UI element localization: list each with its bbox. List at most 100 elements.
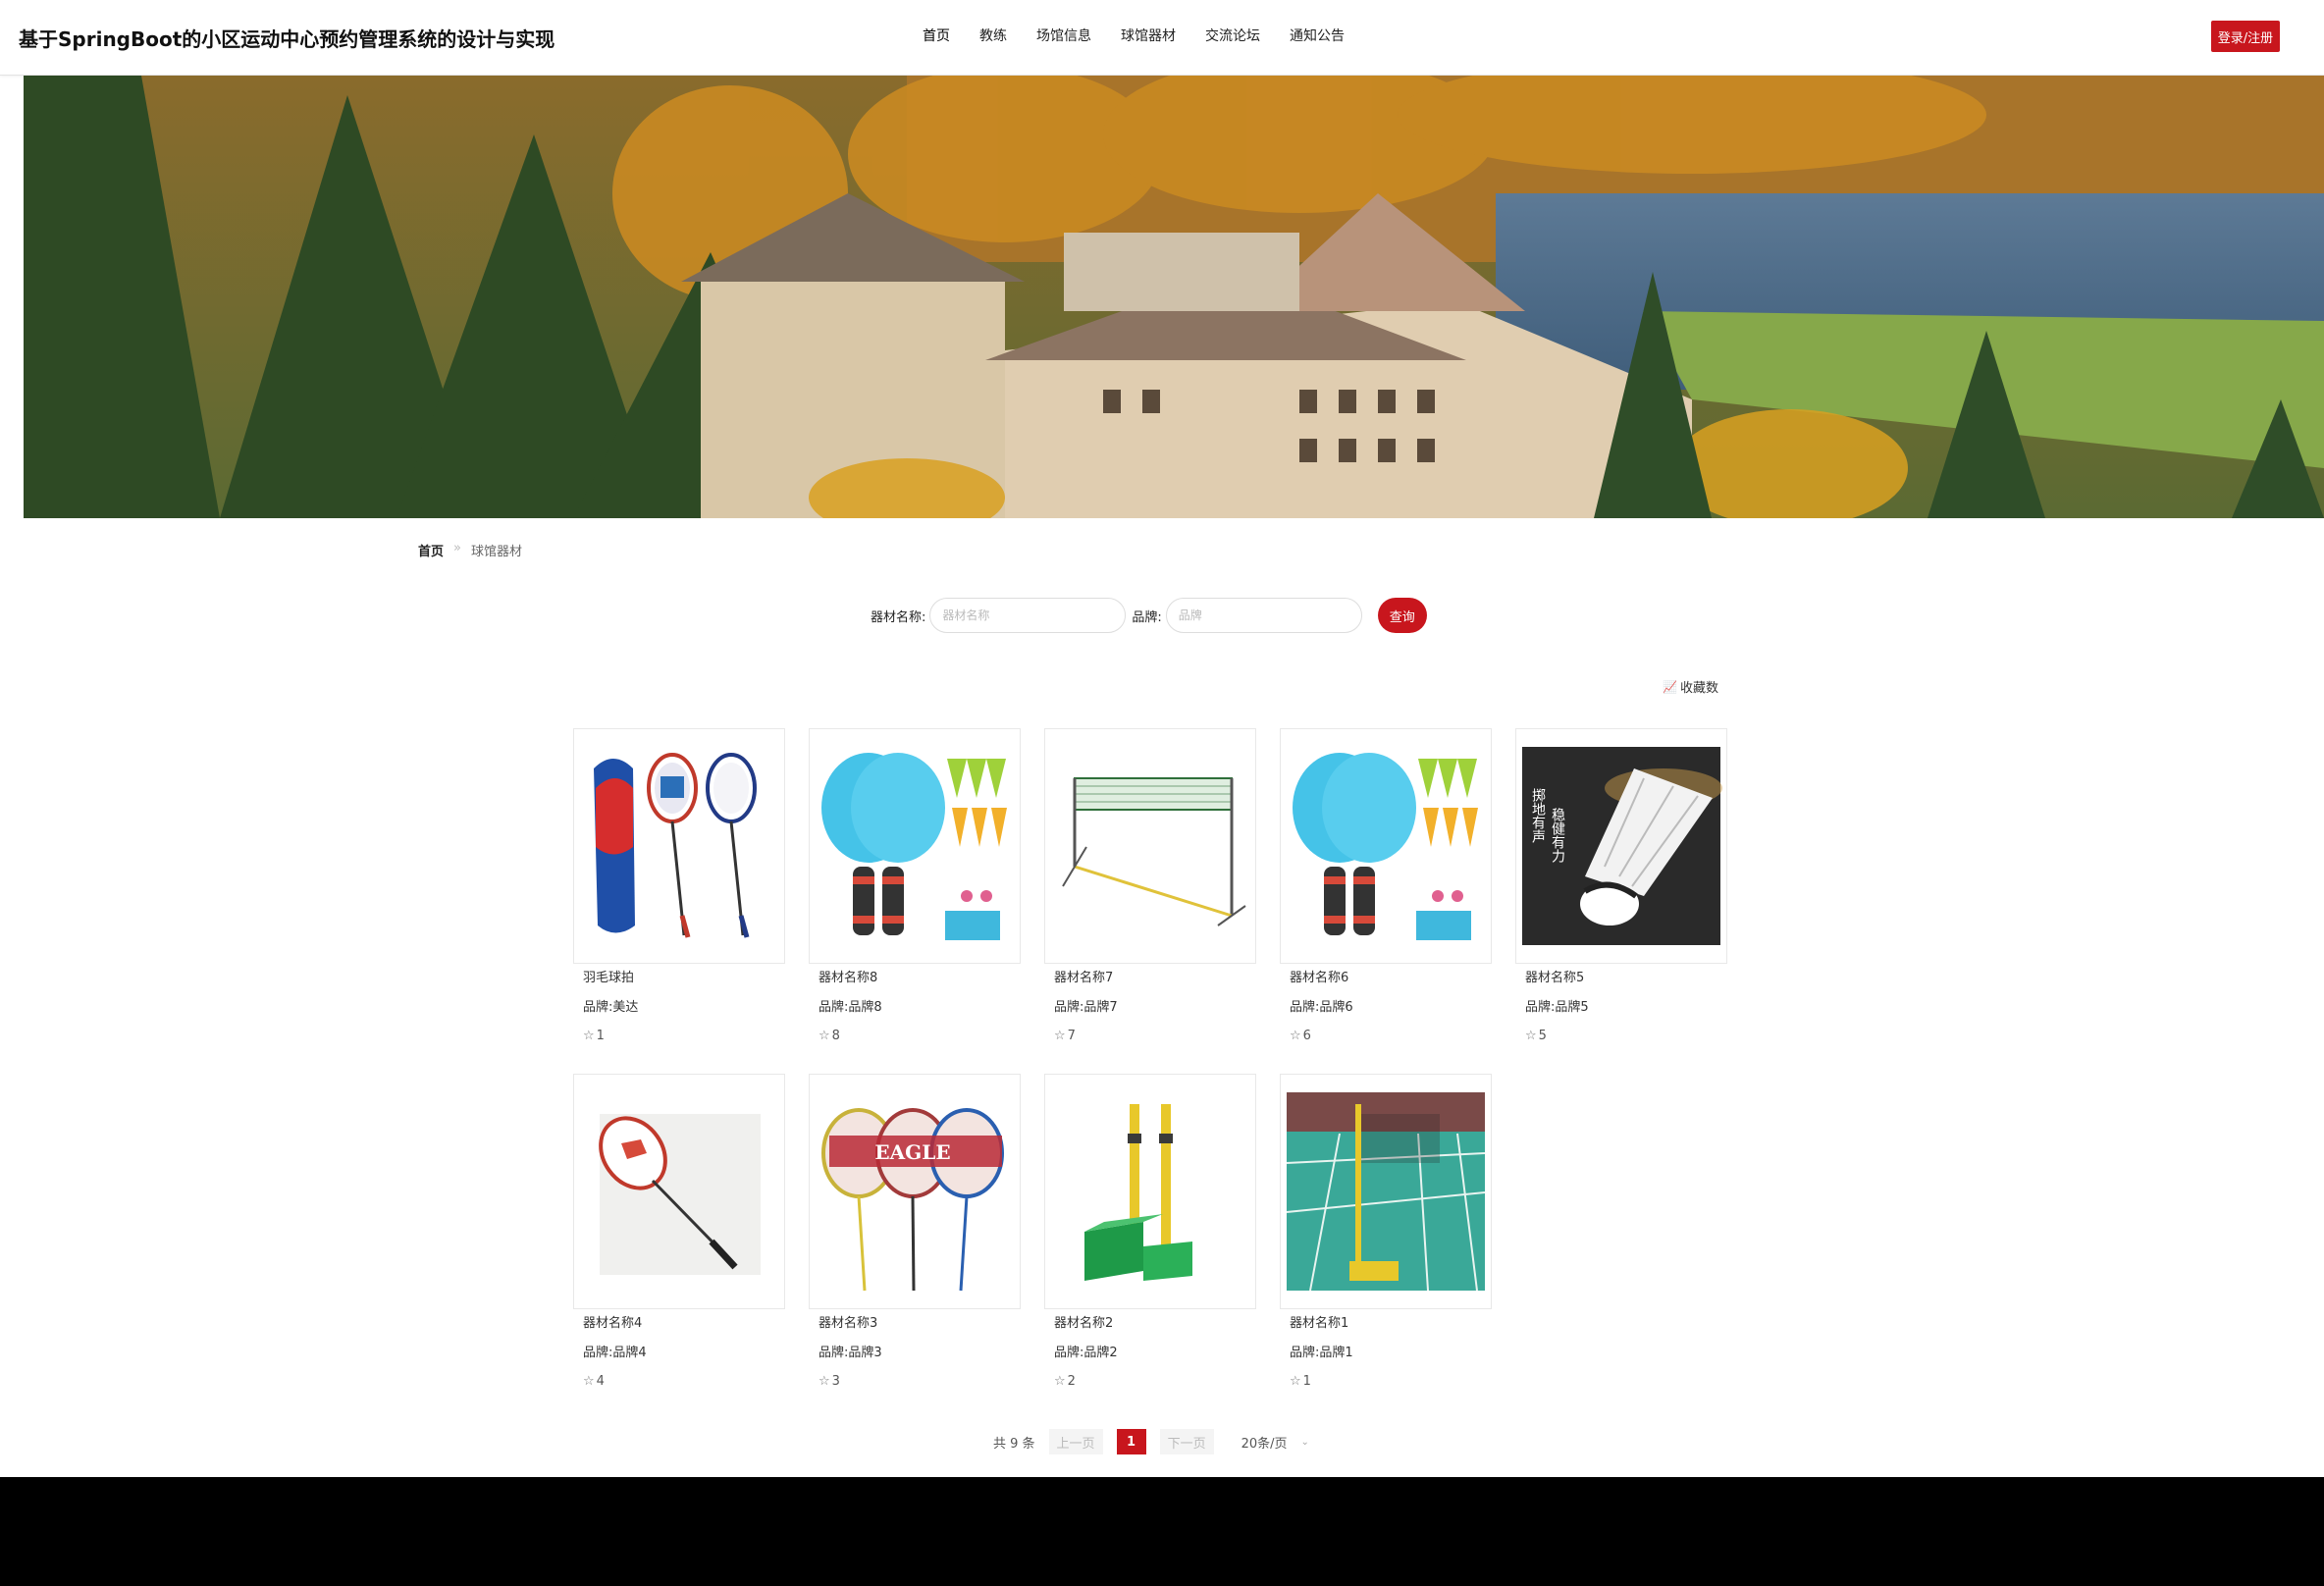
equipment-card[interactable]: 掷地有声 稳健有力 器材名称5 品牌:品牌5 ☆ 5	[1515, 728, 1727, 1046]
nav-home[interactable]: 首页	[923, 26, 950, 49]
main-nav: 首页 教练 场馆信息 球馆器材 交流论坛 通知公告	[923, 26, 1374, 49]
equipment-card[interactable]: 器材名称6 品牌:品牌6 ☆ 6	[1280, 728, 1492, 1046]
racket-set-image	[574, 729, 784, 963]
equipment-card[interactable]: 器材名称4 品牌:品牌4 ☆ 4	[573, 1074, 785, 1392]
bar-chart-icon: 📈	[1663, 679, 1677, 694]
equipment-brand: 品牌:品牌3	[819, 1346, 882, 1360]
login-register-button[interactable]: 登录/注册	[2211, 21, 2280, 52]
nav-venue[interactable]: 场馆信息	[1036, 26, 1091, 49]
prev-page-button[interactable]: 上一页	[1048, 1429, 1103, 1454]
nav-coach[interactable]: 教练	[979, 26, 1007, 49]
banner-carousel[interactable]	[24, 76, 2324, 518]
equipment-brand: 品牌:品牌6	[1290, 1000, 1353, 1015]
favorite-count: ☆ 2	[1054, 1374, 1076, 1389]
next-page-button[interactable]: 下一页	[1159, 1429, 1214, 1454]
star-icon: ☆	[1525, 1029, 1537, 1043]
equipment-name: 器材名称4	[583, 1316, 643, 1331]
equipment-name-input[interactable]	[929, 598, 1127, 633]
star-icon: ☆	[1290, 1374, 1301, 1389]
equipment-name: 器材名称1	[1290, 1316, 1349, 1331]
page-number-current[interactable]: 1	[1116, 1429, 1146, 1454]
equipment-brand: 品牌:品牌5	[1525, 1000, 1589, 1015]
shuttle-slogan-2: 稳健有力	[1550, 808, 1565, 864]
star-icon: ☆	[1290, 1029, 1301, 1043]
equipment-card[interactable]: 器材名称8 品牌:品牌8 ☆ 8	[809, 728, 1021, 1046]
query-button[interactable]: 查询	[1377, 598, 1427, 633]
site-title: 基于SpringBoot的小区运动中心预约管理系统的设计与实现	[19, 27, 555, 51]
footer	[0, 1477, 2324, 1586]
equipment-card[interactable]: EAGLE 器材名称3 品牌:品牌3 ☆ 3	[809, 1074, 1021, 1392]
equipment-name: 羽毛球拍	[583, 971, 635, 985]
star-icon: ☆	[1054, 1374, 1066, 1389]
equipment-name: 器材名称2	[1054, 1316, 1114, 1331]
equipment-image[interactable]	[1280, 1074, 1492, 1309]
top-header: 基于SpringBoot的小区运动中心预约管理系统的设计与实现 首页 教练 场馆…	[0, 0, 2324, 76]
favorite-count: ☆ 4	[583, 1374, 605, 1389]
star-icon: ☆	[819, 1029, 830, 1043]
star-icon: ☆	[819, 1374, 830, 1389]
equipment-name: 器材名称3	[819, 1316, 878, 1331]
equipment-name: 器材名称6	[1290, 971, 1349, 985]
equipment-brand: 品牌:品牌4	[583, 1346, 647, 1360]
search-form: 器材名称: 品牌: 查询	[871, 598, 1427, 633]
star-icon: ☆	[1054, 1029, 1066, 1043]
brand-label: 品牌:	[1132, 609, 1162, 625]
nav-notice[interactable]: 通知公告	[1290, 26, 1345, 49]
page-size-select[interactable]: 20条/页 ⌄	[1241, 1433, 1309, 1452]
beach-paddle-image	[810, 729, 1020, 963]
net-post-image	[1045, 1075, 1255, 1308]
favorite-count: ☆ 6	[1290, 1029, 1311, 1043]
favorite-count: ☆ 1	[1290, 1374, 1311, 1389]
equipment-image[interactable]: 掷地有声 稳健有力	[1515, 728, 1727, 964]
breadcrumb-separator: »	[453, 541, 461, 555]
breadcrumb: 首页 » 球馆器材	[418, 541, 522, 559]
shuttlecock-image: 掷地有声 稳健有力	[1516, 729, 1726, 963]
equipment-image[interactable]	[1280, 728, 1492, 964]
favorite-count: ☆ 7	[1054, 1029, 1076, 1043]
nav-equipment[interactable]: 球馆器材	[1121, 26, 1176, 49]
favorite-count: ☆ 3	[819, 1374, 840, 1389]
badminton-net-image	[1045, 729, 1255, 963]
equipment-brand: 品牌:品牌1	[1290, 1346, 1353, 1360]
equipment-card[interactable]: 器材名称7 品牌:品牌7 ☆ 7	[1044, 728, 1256, 1046]
equipment-brand: 品牌:品牌2	[1054, 1346, 1118, 1360]
equipment-name-label: 器材名称:	[871, 609, 926, 625]
pagination: 共 9 条 上一页 1 下一页 20条/页 ⌄	[993, 1429, 1309, 1454]
equipment-name: 器材名称5	[1525, 971, 1585, 985]
equipment-image[interactable]	[1044, 1074, 1256, 1309]
single-racket-image	[574, 1075, 784, 1308]
page-size-value: 20条/页	[1241, 1436, 1288, 1452]
star-icon: ☆	[583, 1374, 595, 1389]
chevron-down-icon: ⌄	[1300, 1436, 1309, 1448]
favorite-count: ☆ 8	[819, 1029, 840, 1043]
nav-forum[interactable]: 交流论坛	[1205, 26, 1260, 49]
equipment-image[interactable]	[809, 728, 1021, 964]
eagle-rackets-image: EAGLE	[810, 1075, 1020, 1308]
equipment-card[interactable]: 器材名称2 品牌:品牌2 ☆ 2	[1044, 1074, 1256, 1392]
sort-label: 收藏数	[1679, 681, 1718, 696]
racket-brand-text: EAGLE	[874, 1140, 950, 1164]
breadcrumb-home[interactable]: 首页	[418, 541, 444, 559]
pagination-total: 共 9 条	[993, 1436, 1035, 1452]
star-icon: ☆	[583, 1029, 595, 1043]
equipment-image[interactable]	[573, 1074, 785, 1309]
equipment-brand: 品牌:品牌8	[819, 1000, 882, 1015]
beach-paddle-image	[1281, 729, 1491, 963]
banner-landscape-image	[24, 76, 2324, 518]
breadcrumb-current: 球馆器材	[470, 545, 522, 559]
equipment-image[interactable]: EAGLE	[809, 1074, 1021, 1309]
sort-by-favorites[interactable]: 📈 收藏数	[1663, 677, 1718, 697]
equipment-image[interactable]	[1044, 728, 1256, 964]
equipment-image[interactable]	[573, 728, 785, 964]
shuttle-slogan-1: 掷地有声	[1530, 788, 1546, 843]
favorite-count: ☆ 5	[1525, 1029, 1547, 1043]
page: 基于SpringBoot的小区运动中心预约管理系统的设计与实现 首页 教练 场馆…	[0, 0, 2324, 1586]
equipment-name: 器材名称8	[819, 971, 878, 985]
badminton-court-image	[1281, 1075, 1491, 1308]
favorite-count: ☆ 1	[583, 1029, 605, 1043]
brand-input[interactable]	[1165, 598, 1362, 633]
equipment-card[interactable]: 器材名称1 品牌:品牌1 ☆ 1	[1280, 1074, 1492, 1392]
equipment-card[interactable]: 羽毛球拍 品牌:美达 ☆ 1	[573, 728, 785, 1046]
equipment-brand: 品牌:美达	[583, 1000, 639, 1015]
equipment-brand: 品牌:品牌7	[1054, 1000, 1118, 1015]
